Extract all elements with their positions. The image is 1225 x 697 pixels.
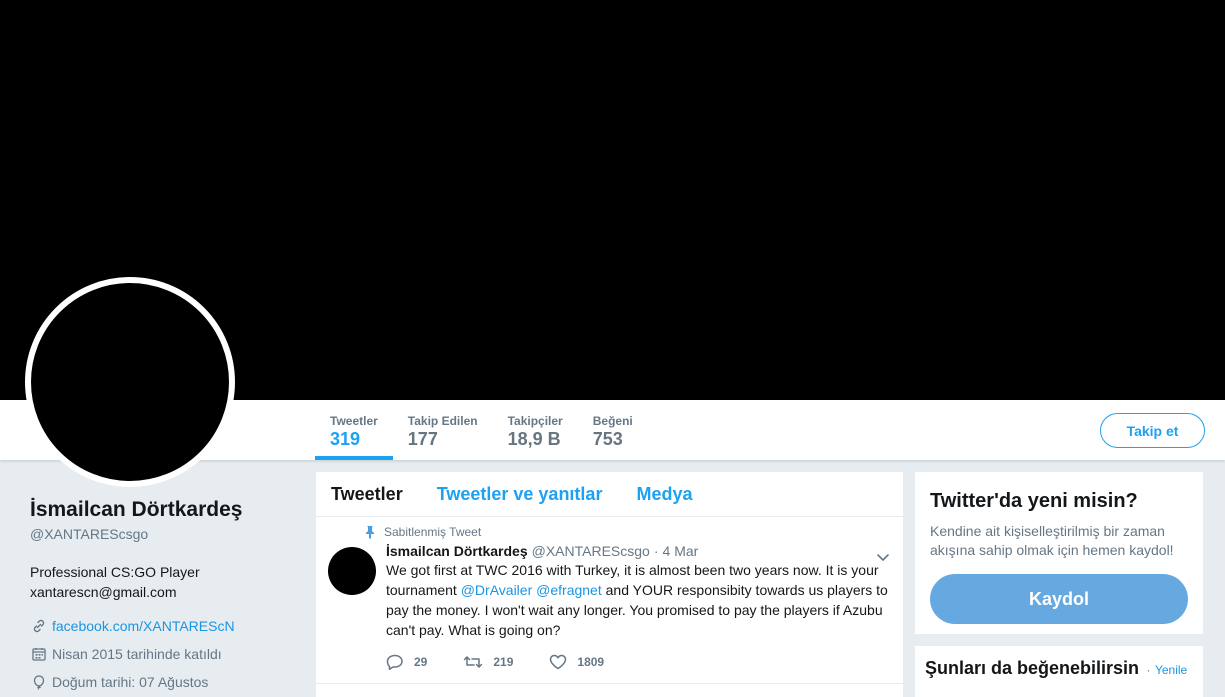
stat-tweets[interactable]: Tweetler 319 xyxy=(315,400,393,460)
chevron-down-icon[interactable] xyxy=(875,549,891,565)
profile-website: facebook.com/XANTAREScN xyxy=(30,616,290,636)
bio-line: Professional CS:GO Player xyxy=(30,564,200,580)
separator-dot: · xyxy=(653,543,659,559)
profile-card: İsmailcan Dörtkardeş @XANTAREScsgo Profe… xyxy=(30,498,290,692)
stat-label: Tweetler xyxy=(330,414,378,428)
joined-text: Nisan 2015 tarihinde katıldı xyxy=(52,646,222,662)
stat-value: 753 xyxy=(592,429,623,449)
stat-value: 177 xyxy=(407,429,438,449)
website-link[interactable]: facebook.com/XANTAREScN xyxy=(52,618,235,634)
stat-likes[interactable]: Beğeni 753 xyxy=(578,400,648,460)
pinned-label: Sabitlenmiş Tweet xyxy=(363,525,888,539)
stat-following[interactable]: Takip Edilen 177 xyxy=(393,400,493,460)
tweet-header: İsmailcan Dörtkardeş @XANTAREScsgo · 4 M… xyxy=(386,543,888,559)
reply-icon xyxy=(386,654,403,670)
tweet-text: We got first at TWC 2016 with Turkey, it… xyxy=(386,560,891,640)
profile-avatar[interactable] xyxy=(25,277,235,487)
stat-value: 18,9 B xyxy=(507,429,561,449)
timeline: Tweetler Tweetler ve yanıtlar Medya Sabi… xyxy=(316,472,903,697)
tab-media[interactable]: Medya xyxy=(636,484,692,505)
profile-name: İsmailcan Dörtkardeş xyxy=(30,498,243,521)
mention-link[interactable]: @efragnet xyxy=(536,582,602,598)
signup-button[interactable]: Kaydol xyxy=(930,574,1188,624)
profile-handle: @XANTAREScsgo xyxy=(30,526,149,542)
like-button[interactable]: 1809 xyxy=(549,654,604,670)
pinned-tweet[interactable]: Sabitlenmiş Tweet İsmailcan Dörtkardeş @… xyxy=(316,517,903,684)
tab-tweets[interactable]: Tweetler xyxy=(331,484,403,505)
profile-stats: Tweetler 319 Takip Edilen 177 Takipçiler… xyxy=(315,400,648,460)
tweet-avatar[interactable] xyxy=(328,547,376,595)
like-count: 1809 xyxy=(577,655,605,669)
stat-label: Beğeni xyxy=(592,414,633,428)
birthday-text: Doğum tarihi: 07 Ağustos xyxy=(52,674,209,690)
retweet-button[interactable]: 219 xyxy=(463,654,513,670)
signup-module: Twitter'da yeni misin? Kendine ait kişis… xyxy=(915,472,1203,634)
tweet-author-handle[interactable]: @XANTAREScsgo xyxy=(532,543,650,559)
retweet-icon xyxy=(464,656,483,668)
signup-text: Kendine ait kişiselleştirilmiş bir zaman… xyxy=(930,523,1174,558)
bio-email: xantarescn@gmail.com xyxy=(30,584,177,600)
signup-title: Twitter'da yeni misin? xyxy=(930,490,1138,512)
calendar-icon xyxy=(30,645,48,663)
reply-button[interactable]: 29 xyxy=(386,654,427,670)
mention-link[interactable]: @DrAvailer xyxy=(461,582,533,598)
profile-joined: Nisan 2015 tarihinde katıldı xyxy=(30,644,290,664)
reply-count: 29 xyxy=(414,655,428,669)
heart-icon xyxy=(550,654,567,670)
pin-icon xyxy=(363,525,377,539)
suggestions-title: Şunları da beğenebilirsin xyxy=(925,658,1140,678)
stat-label: Takipçiler xyxy=(507,414,563,428)
profile-birthday: Doğum tarihi: 07 Ağustos xyxy=(30,672,290,692)
tweet-actions: 29 219 1809 xyxy=(386,654,888,670)
tab-tweets-and-replies[interactable]: Tweetler ve yanıtlar xyxy=(437,484,603,505)
retweet-count: 219 xyxy=(493,655,514,669)
timeline-tabs: Tweetler Tweetler ve yanıtlar Medya xyxy=(316,472,903,517)
refresh-link[interactable]: Yenile xyxy=(1155,663,1187,677)
stat-followers[interactable]: Takipçiler 18,9 B xyxy=(493,400,578,460)
profile-bio: Professional CS:GO Player xantarescn@gma… xyxy=(30,562,290,602)
stat-label: Takip Edilen xyxy=(407,414,478,428)
link-icon xyxy=(30,617,48,635)
tweet-timestamp[interactable]: 4 Mar xyxy=(663,543,699,559)
next-tweet[interactable] xyxy=(316,685,903,697)
balloon-icon xyxy=(30,673,48,691)
pinned-text: Sabitlenmiş Tweet xyxy=(384,525,482,539)
who-to-follow-module: Şunları da beğenebilirsin · Yenile xyxy=(915,646,1203,697)
follow-button[interactable]: Takip et xyxy=(1100,413,1205,448)
separator-dot: · xyxy=(1146,663,1151,677)
stat-value: 319 xyxy=(330,429,361,449)
tweet-author-name[interactable]: İsmailcan Dörtkardeş xyxy=(386,543,528,559)
